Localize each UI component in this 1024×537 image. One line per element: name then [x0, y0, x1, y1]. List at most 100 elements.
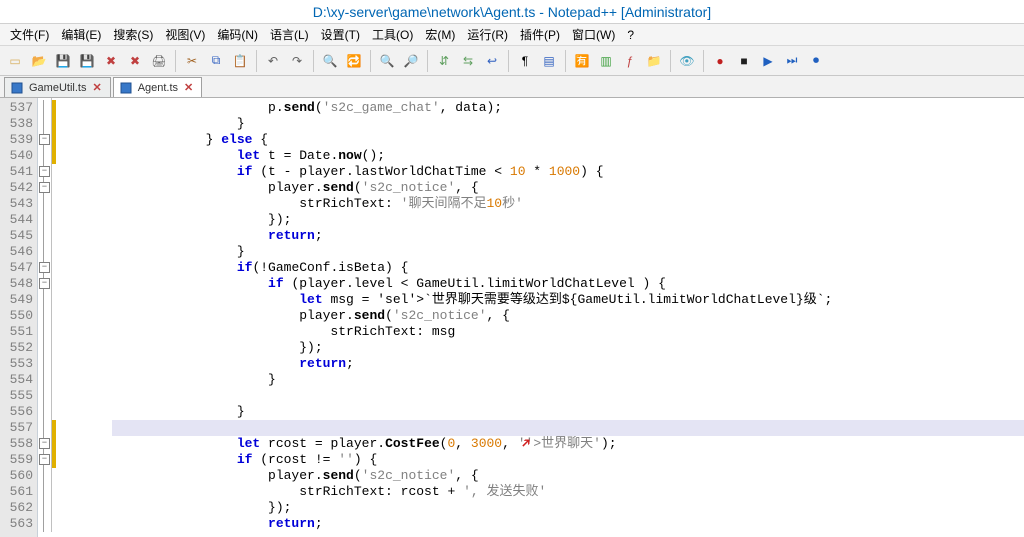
code-line[interactable]: return;	[112, 516, 1024, 532]
menu-item[interactable]: 设置(T)	[315, 26, 366, 43]
copy-icon[interactable]: ⧉	[205, 50, 227, 72]
code-line[interactable]: return;	[112, 228, 1024, 244]
menu-item[interactable]: 编辑(E)	[55, 26, 107, 43]
fold-toggle-icon[interactable]: −	[39, 182, 50, 193]
paste-icon[interactable]: 📋	[229, 50, 251, 72]
code-line[interactable]: strRichText: '聊天间隔不足10秒'	[112, 196, 1024, 212]
zoom-out-icon[interactable]: 🔎	[400, 50, 422, 72]
undo-icon[interactable]: ↶	[262, 50, 284, 72]
code-line[interactable]: return;	[112, 356, 1024, 372]
code-editor[interactable]: 5375385395405415425435445455465475485495…	[0, 98, 1024, 537]
fold-toggle-icon[interactable]: −	[39, 166, 50, 177]
code-line[interactable]: player.send('s2c_notice', {	[112, 468, 1024, 484]
code-line[interactable]: }	[112, 244, 1024, 260]
menu-item[interactable]: 搜索(S)	[107, 26, 159, 43]
fold-toggle-icon[interactable]: −	[39, 134, 50, 145]
menu-item[interactable]: 编码(N)	[211, 26, 264, 43]
toolbar: ▭📂💾💾✖✖🖨✂⧉📋↶↷🔍🔁🔍🔎⇵⇆↩¶▤🈶▥ƒ📁👁●■▶⏭⏺	[0, 46, 1024, 76]
code-line[interactable]: });	[112, 340, 1024, 356]
current-line-highlight	[112, 420, 1024, 436]
line-number: 549	[0, 292, 33, 308]
tab-close-icon[interactable]: ✕	[92, 82, 101, 94]
menu-item[interactable]: 插件(P)	[514, 26, 566, 43]
line-number: 547	[0, 260, 33, 276]
code-line[interactable]: let rcost = player.CostFee(0, 3000, ''>世…	[112, 436, 1024, 452]
sync-h-icon[interactable]: ⇆	[457, 50, 479, 72]
folder-icon[interactable]: 📁	[643, 50, 665, 72]
stop-icon[interactable]: ■	[733, 50, 755, 72]
menu-item[interactable]: 文件(F)	[4, 26, 55, 43]
close-icon[interactable]: ✖	[100, 50, 122, 72]
code-area[interactable]: ➔ p.send('s2c_game_chat', data); } } els…	[112, 98, 1024, 537]
record-icon[interactable]: ●	[709, 50, 731, 72]
code-line[interactable]: if (t - player.lastWorldChatTime < 10 * …	[112, 164, 1024, 180]
line-number: 546	[0, 244, 33, 260]
code-line[interactable]: let t = Date.now();	[112, 148, 1024, 164]
fold-toggle-icon[interactable]: −	[39, 278, 50, 289]
menu-item[interactable]: ?	[621, 28, 640, 42]
indent-margin	[56, 98, 112, 537]
code-line[interactable]: player.send('s2c_notice', {	[112, 180, 1024, 196]
repeat-icon[interactable]: ⏭	[781, 50, 803, 72]
fold-toggle-icon[interactable]: −	[39, 262, 50, 273]
code-line[interactable]: player.send('s2c_notice', {	[112, 308, 1024, 324]
menu-bar: 文件(F)编辑(E)搜索(S)视图(V)编码(N)语言(L)设置(T)工具(O)…	[0, 24, 1024, 46]
zoom-in-icon[interactable]: 🔍	[376, 50, 398, 72]
code-line[interactable]: }	[112, 404, 1024, 420]
line-number: 548	[0, 276, 33, 292]
cut-icon[interactable]: ✂	[181, 50, 203, 72]
code-line[interactable]: }	[112, 116, 1024, 132]
menu-item[interactable]: 工具(O)	[366, 26, 419, 43]
line-number: 542	[0, 180, 33, 196]
fold-toggle-icon[interactable]: −	[39, 454, 50, 465]
new-file-icon[interactable]: ▭	[4, 50, 26, 72]
doc-map-icon[interactable]: ▥	[595, 50, 617, 72]
close-all-icon[interactable]: ✖	[124, 50, 146, 72]
wrap-icon[interactable]: ↩	[481, 50, 503, 72]
open-file-icon[interactable]: 📂	[28, 50, 50, 72]
print-icon[interactable]: 🖨	[148, 50, 170, 72]
code-line[interactable]: } else {	[112, 132, 1024, 148]
indent-guide-icon[interactable]: ▤	[538, 50, 560, 72]
code-line[interactable]: if (player.level < GameUtil.limitWorldCh…	[112, 276, 1024, 292]
fold-gutter: − − − − − − −	[38, 98, 52, 532]
menu-item[interactable]: 运行(R)	[461, 26, 514, 43]
title-bar: D:\xy-server\game\network\Agent.ts - Not…	[0, 0, 1024, 24]
line-number: 551	[0, 324, 33, 340]
monitor-icon[interactable]: 👁	[676, 50, 698, 72]
file-tab[interactable]: GameUtil.ts✕	[4, 77, 111, 97]
fold-toggle-icon[interactable]: −	[39, 438, 50, 449]
line-number: 550	[0, 308, 33, 324]
sync-v-icon[interactable]: ⇵	[433, 50, 455, 72]
code-line[interactable]: let msg = 'sel'>`世界聊天需要等级达到${GameUtil.li…	[112, 292, 1024, 308]
line-number: 561	[0, 484, 33, 500]
play-icon[interactable]: ▶	[757, 50, 779, 72]
save-all-icon[interactable]: 💾	[76, 50, 98, 72]
code-line[interactable]: strRichText: rcost + ', 发送失败'	[112, 484, 1024, 500]
line-number-gutter: 5375385395405415425435445455465475485495…	[0, 98, 38, 537]
menu-item[interactable]: 语言(L)	[264, 26, 315, 43]
code-line[interactable]: });	[112, 500, 1024, 516]
code-line[interactable]: if(!GameConf.isBeta) {	[112, 260, 1024, 276]
replace-icon[interactable]: 🔁	[343, 50, 365, 72]
line-number: 539	[0, 132, 33, 148]
all-chars-icon[interactable]: ¶	[514, 50, 536, 72]
code-line[interactable]: if (rcost != '') {	[112, 452, 1024, 468]
file-save-state-icon	[120, 81, 132, 93]
menu-item[interactable]: 视图(V)	[159, 26, 211, 43]
code-line[interactable]: });	[112, 212, 1024, 228]
code-line[interactable]	[112, 388, 1024, 404]
code-line[interactable]: strRichText: msg	[112, 324, 1024, 340]
tab-close-icon[interactable]: ✕	[184, 82, 193, 94]
code-line[interactable]: }	[112, 372, 1024, 388]
lang-icon[interactable]: 🈶	[571, 50, 593, 72]
redo-icon[interactable]: ↷	[286, 50, 308, 72]
find-icon[interactable]: 🔍	[319, 50, 341, 72]
func-list-icon[interactable]: ƒ	[619, 50, 641, 72]
code-line[interactable]: p.send('s2c_game_chat', data);	[112, 100, 1024, 116]
menu-item[interactable]: 宏(M)	[419, 26, 461, 43]
save-macro-icon[interactable]: ⏺	[805, 50, 827, 72]
save-icon[interactable]: 💾	[52, 50, 74, 72]
menu-item[interactable]: 窗口(W)	[566, 26, 621, 43]
file-tab[interactable]: Agent.ts✕	[113, 77, 203, 97]
